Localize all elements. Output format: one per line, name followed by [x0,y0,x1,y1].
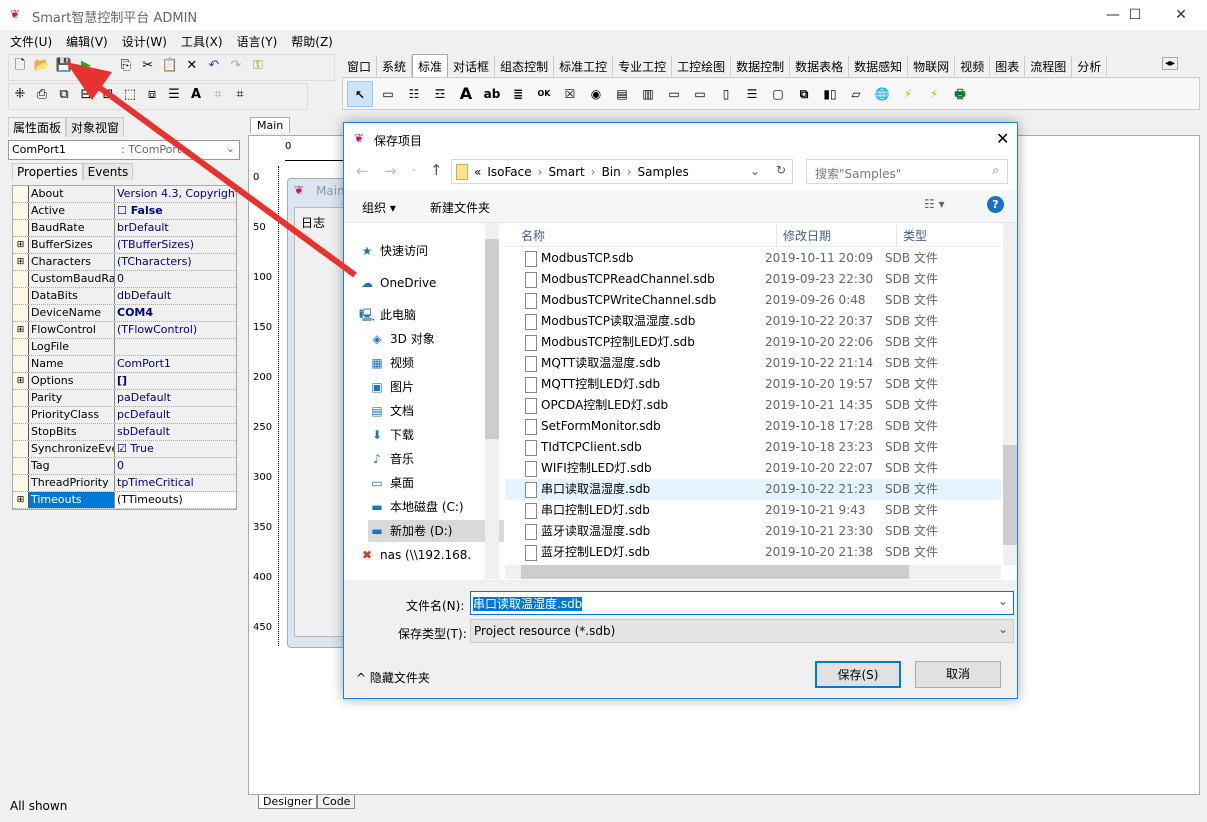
annotation-arrow [66,62,357,278]
arrow-shaft [90,79,357,278]
